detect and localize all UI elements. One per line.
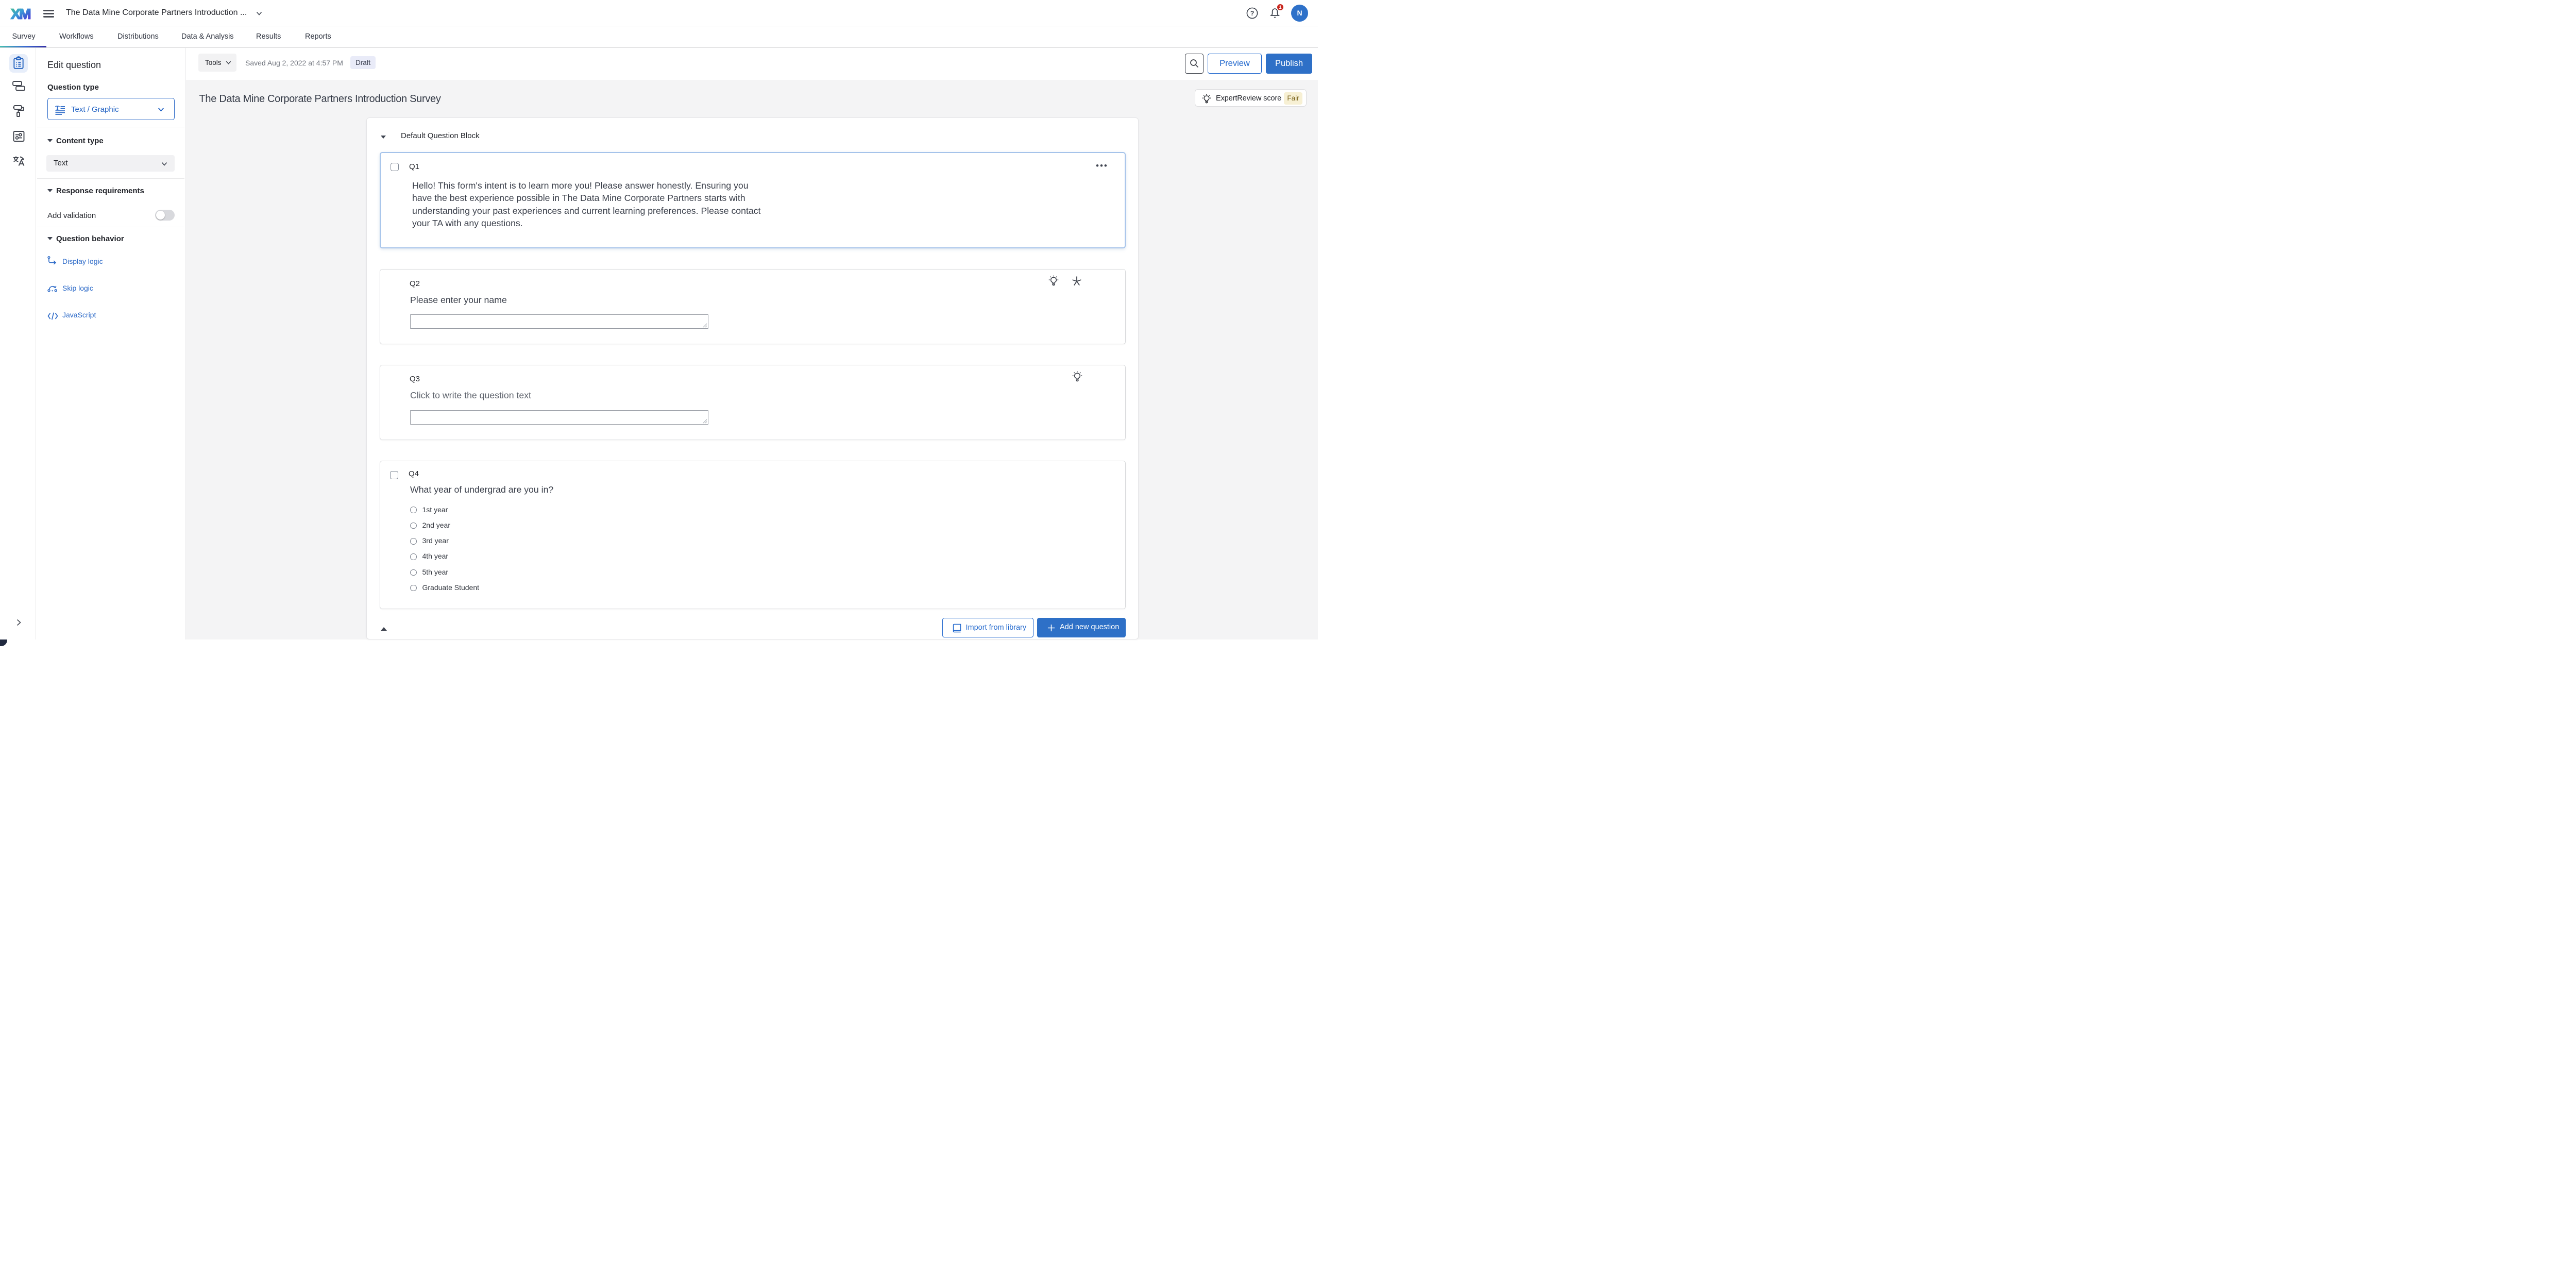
svg-text:XM: XM (11, 6, 30, 22)
svg-text:?: ? (1250, 10, 1255, 17)
